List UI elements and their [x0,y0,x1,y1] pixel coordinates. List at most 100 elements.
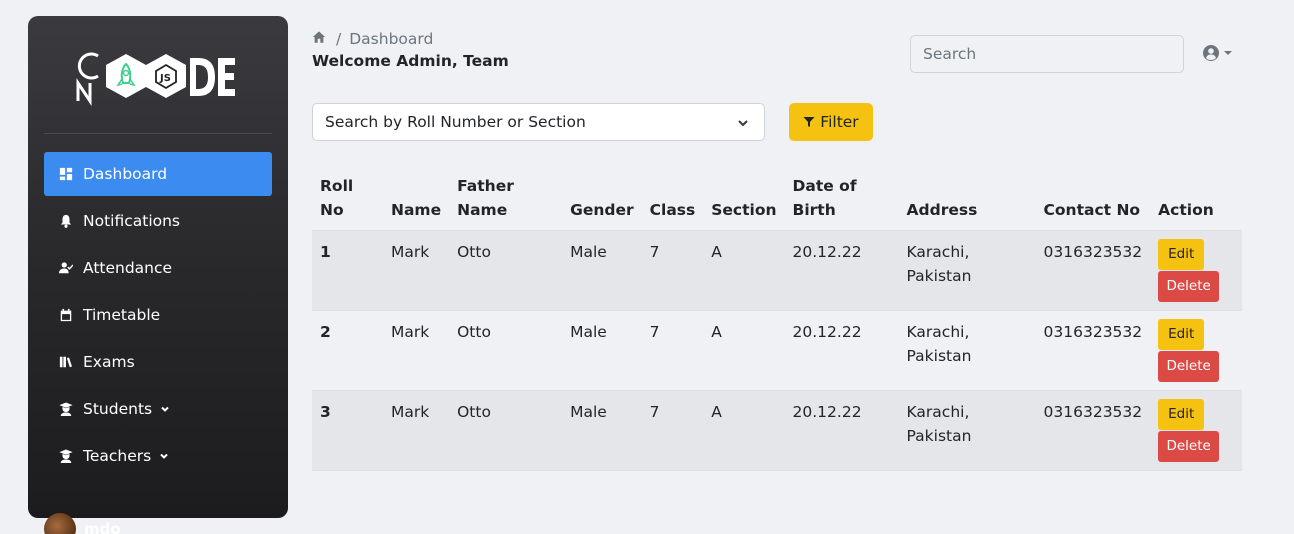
avatar [44,513,76,534]
cell-section: A [711,323,722,341]
cnode-logo[interactable]: JS [76,46,236,106]
cell-name: Mark [391,403,430,421]
column-header-action: Action [1150,170,1242,231]
books-icon [58,354,74,370]
header-text: Roll [320,177,354,195]
svg-text:JS: JS [159,73,171,84]
cell-gender: Male [570,323,607,341]
cell-action: Edit Delete [1150,391,1242,471]
cell-action: Edit Delete [1150,311,1242,391]
dashboard-icon [58,166,74,182]
graduate-icon [58,401,74,417]
sidebar-item-dashboard[interactable]: Dashboard [44,152,272,196]
cell-class: 7 [649,403,660,421]
cell-dob: 20.12.22 [792,243,862,261]
address-line: Pakistan [906,427,972,445]
sidebar-item-teachers[interactable]: Teachers [44,434,272,478]
home-icon[interactable] [312,30,326,48]
cell-address: Karachi, Pakistan [899,391,1036,471]
cell-section: A [711,243,722,261]
column-header-name: Name [383,170,450,231]
breadcrumb-current: Dashboard [349,30,434,48]
address-line: Pakistan [906,347,972,365]
sidebar-item-notifications[interactable]: Notifications [44,199,272,243]
cell-gender: Male [570,403,607,421]
column-header-gender: Gender [562,170,642,231]
edit-button[interactable]: Edit [1158,239,1205,270]
chevron-down-icon [736,116,750,134]
header-text: Date of [792,177,857,195]
sidebar-item-label: Notifications [83,212,181,230]
cell-address: Karachi, Pakistan [899,311,1036,391]
cell-name: Mark [391,243,430,261]
delete-button[interactable]: Delete [1158,431,1220,462]
sidebar-item-label: Teachers [83,447,152,465]
cell-dob: 20.12.22 [792,403,862,421]
cell-roll: 2 [320,323,331,341]
column-header-class: Class [641,170,704,231]
page-title: Welcome Admin, Team [312,52,509,70]
cell-contact: 0316323532 [1043,243,1143,261]
sidebar-item-label: Exams [83,353,135,371]
cell-father: Otto [457,403,491,421]
cell-section: A [711,403,722,421]
column-header-father: Father Name [449,170,563,231]
students-table: Roll No Name Father Name Gender Class Sect… [312,170,1242,471]
filter-button-label: Filter [820,113,859,131]
edit-button[interactable]: Edit [1158,319,1205,350]
column-header-address: Address [898,170,1036,231]
sidebar-item-label: Dashboard [83,165,168,183]
sidebar-item-timetable[interactable]: Timetable [44,293,272,337]
bell-icon [58,213,74,229]
user-check-icon [58,260,74,276]
cell-contact: 0316323532 [1043,323,1143,341]
cell-roll: 1 [320,243,331,261]
header-text: Father [457,177,514,195]
header-text: Birth [792,201,836,219]
sidebar-item-students[interactable]: Students [44,387,272,431]
cell-dob: 20.12.22 [792,323,862,341]
column-header-contact: Contact No [1035,170,1151,231]
address-line: Karachi, [906,403,970,421]
sidebar-user-menu[interactable]: mdo [44,513,121,534]
sidebar-item-label: Timetable [83,306,161,324]
sidebar-item-attendance[interactable]: Attendance [44,246,272,290]
cell-name: Mark [391,323,430,341]
calendar-icon [58,307,74,323]
filter-icon [803,117,815,127]
cell-class: 7 [649,323,660,341]
chevron-down-icon[interactable] [159,451,169,461]
cell-contact: 0316323532 [1043,403,1143,421]
graduate-icon [58,448,74,464]
cell-roll: 3 [320,403,331,421]
cell-address: Karachi, Pakistan [899,231,1036,311]
cell-class: 7 [649,243,660,261]
delete-button[interactable]: Delete [1158,271,1220,302]
cell-action: Edit Delete [1150,231,1242,311]
caret-down-icon [1224,51,1232,55]
chevron-down-icon[interactable] [160,404,170,414]
column-header-roll: Roll No [312,170,383,231]
search-input[interactable] [910,35,1184,73]
sidebar-item-exams[interactable]: Exams [44,340,272,384]
roll-section-select[interactable]: Search by Roll Number or Section [312,103,765,141]
address-line: Karachi, [906,243,970,261]
sidebar-item-label: Attendance [83,259,173,277]
user-name: mdo [84,520,121,534]
cell-father: Otto [457,323,491,341]
delete-button[interactable]: Delete [1158,351,1220,382]
address-line: Pakistan [906,267,972,285]
header-text: Name [457,201,508,219]
header-text: No [320,201,344,219]
sidebar-item-label: Students [83,400,153,418]
cell-gender: Male [570,243,607,261]
user-circle-icon [1203,45,1219,61]
filter-button[interactable]: Filter [789,103,873,141]
address-line: Karachi, [906,323,970,341]
edit-button[interactable]: Edit [1158,399,1205,430]
table-row: 3 Mark Otto Male 7 A 20.12.22 Karachi, Pa… [312,390,1242,471]
cell-father: Otto [457,243,491,261]
user-dropdown[interactable] [1202,44,1232,62]
breadcrumb: / Dashboard [312,30,433,48]
table-row: 1 Mark Otto Male 7 A 20.12.22 Karachi, Pa… [312,230,1242,311]
